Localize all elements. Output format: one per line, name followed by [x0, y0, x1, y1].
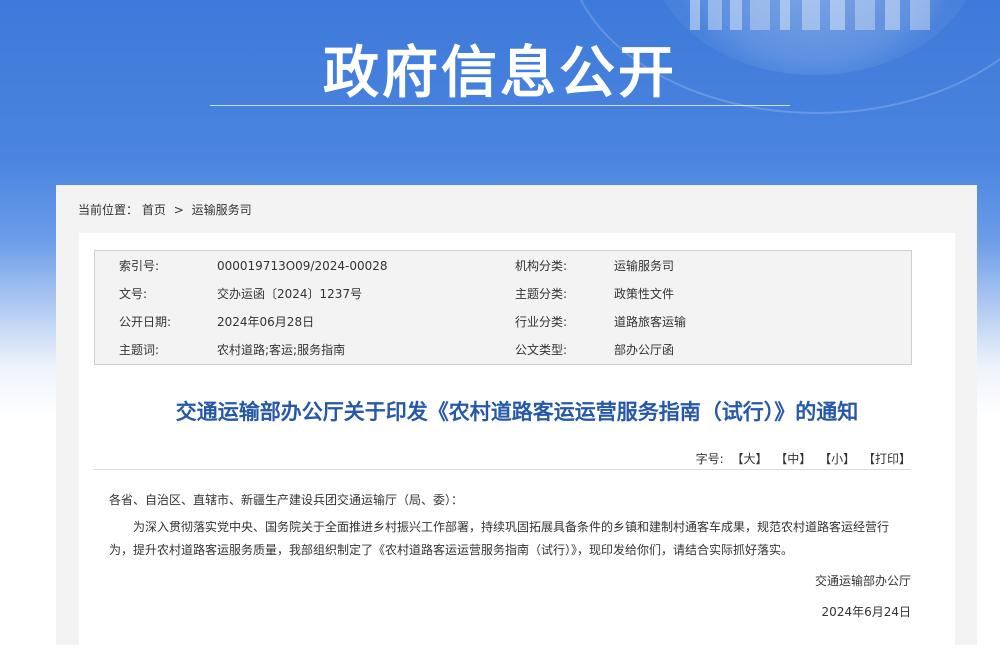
- title-divider: [93, 469, 911, 470]
- salutation: 各省、自治区、直辖市、新疆生产建设兵团交通运输厅（局、委）：: [109, 493, 464, 507]
- meta-value: 运输服务司: [614, 259, 675, 273]
- breadcrumb-home-link[interactable]: 首页: [142, 203, 166, 217]
- breadcrumb-current-link[interactable]: 运输服务司: [192, 203, 252, 217]
- metadata-table: 索引号: 000019713O09/2024-00028 机构分类: 运输服务司…: [94, 250, 912, 365]
- metadata-row: 索引号: 000019713O09/2024-00028 机构分类: 运输服务司: [95, 252, 911, 280]
- metadata-row: 文号: 交办运函〔2024〕1237号 主题分类: 政策性文件: [95, 280, 911, 308]
- meta-label: 索引号:: [119, 259, 160, 273]
- signer: 交通运输部办公厅: [814, 574, 911, 588]
- document-date: 2024年6月24日: [821, 605, 911, 619]
- breadcrumb-separator: >: [173, 203, 184, 217]
- meta-value: 2024年06月28日: [217, 315, 315, 329]
- meta-label: 文号:: [119, 287, 148, 301]
- article-content: 索引号: 000019713O09/2024-00028 机构分类: 运输服务司…: [79, 233, 955, 653]
- meta-value: 部办公厅函: [614, 343, 675, 357]
- font-size-label: 字号:: [695, 452, 724, 466]
- font-size-controls: 字号: 【大】 【中】 【小】 【打印】: [696, 450, 911, 467]
- meta-label: 主题词:: [119, 343, 160, 357]
- banner-title: 政府信息公开: [323, 41, 677, 106]
- meta-label: 公文类型:: [515, 343, 568, 357]
- meta-value: 政策性文件: [614, 287, 675, 301]
- meta-value: 交办运函〔2024〕1237号: [217, 287, 363, 301]
- meta-label: 公开日期:: [119, 315, 172, 329]
- font-large-button[interactable]: 【大】: [731, 452, 767, 466]
- breadcrumb: 当前位置： 首页 > 运输服务司: [78, 201, 252, 218]
- meta-label: 主题分类:: [515, 287, 568, 301]
- main-panel: 当前位置： 首页 > 运输服务司 索引号: 000019713O09/2024-…: [56, 185, 977, 653]
- font-small-button[interactable]: 【小】: [819, 452, 855, 466]
- banner-divider: [210, 105, 790, 106]
- meta-value: 000019713O09/2024-00028: [217, 259, 388, 273]
- meta-label: 机构分类:: [515, 259, 568, 273]
- metadata-row: 公开日期: 2024年06月28日 行业分类: 道路旅客运输: [95, 308, 911, 336]
- breadcrumb-label: 当前位置：: [78, 203, 139, 217]
- print-button[interactable]: 【打印】: [863, 452, 911, 466]
- metadata-row: 主题词: 农村道路;客运;服务指南 公文类型: 部办公厅函: [95, 336, 911, 364]
- meta-label: 行业分类:: [515, 315, 568, 329]
- meta-value: 道路旅客运输: [614, 315, 687, 329]
- body-paragraph: 为深入贯彻落实党中央、国务院关于全面推进乡村振兴工作部署，持续巩固拓展具备条件的…: [109, 520, 890, 557]
- font-medium-button[interactable]: 【中】: [775, 452, 811, 466]
- meta-value: 农村道路;客运;服务指南: [217, 343, 346, 357]
- skyline-decoration: [690, 0, 930, 30]
- document-title: 交通运输部办公厅关于印发《农村道路客运运营服务指南（试行）》的通知: [175, 400, 859, 424]
